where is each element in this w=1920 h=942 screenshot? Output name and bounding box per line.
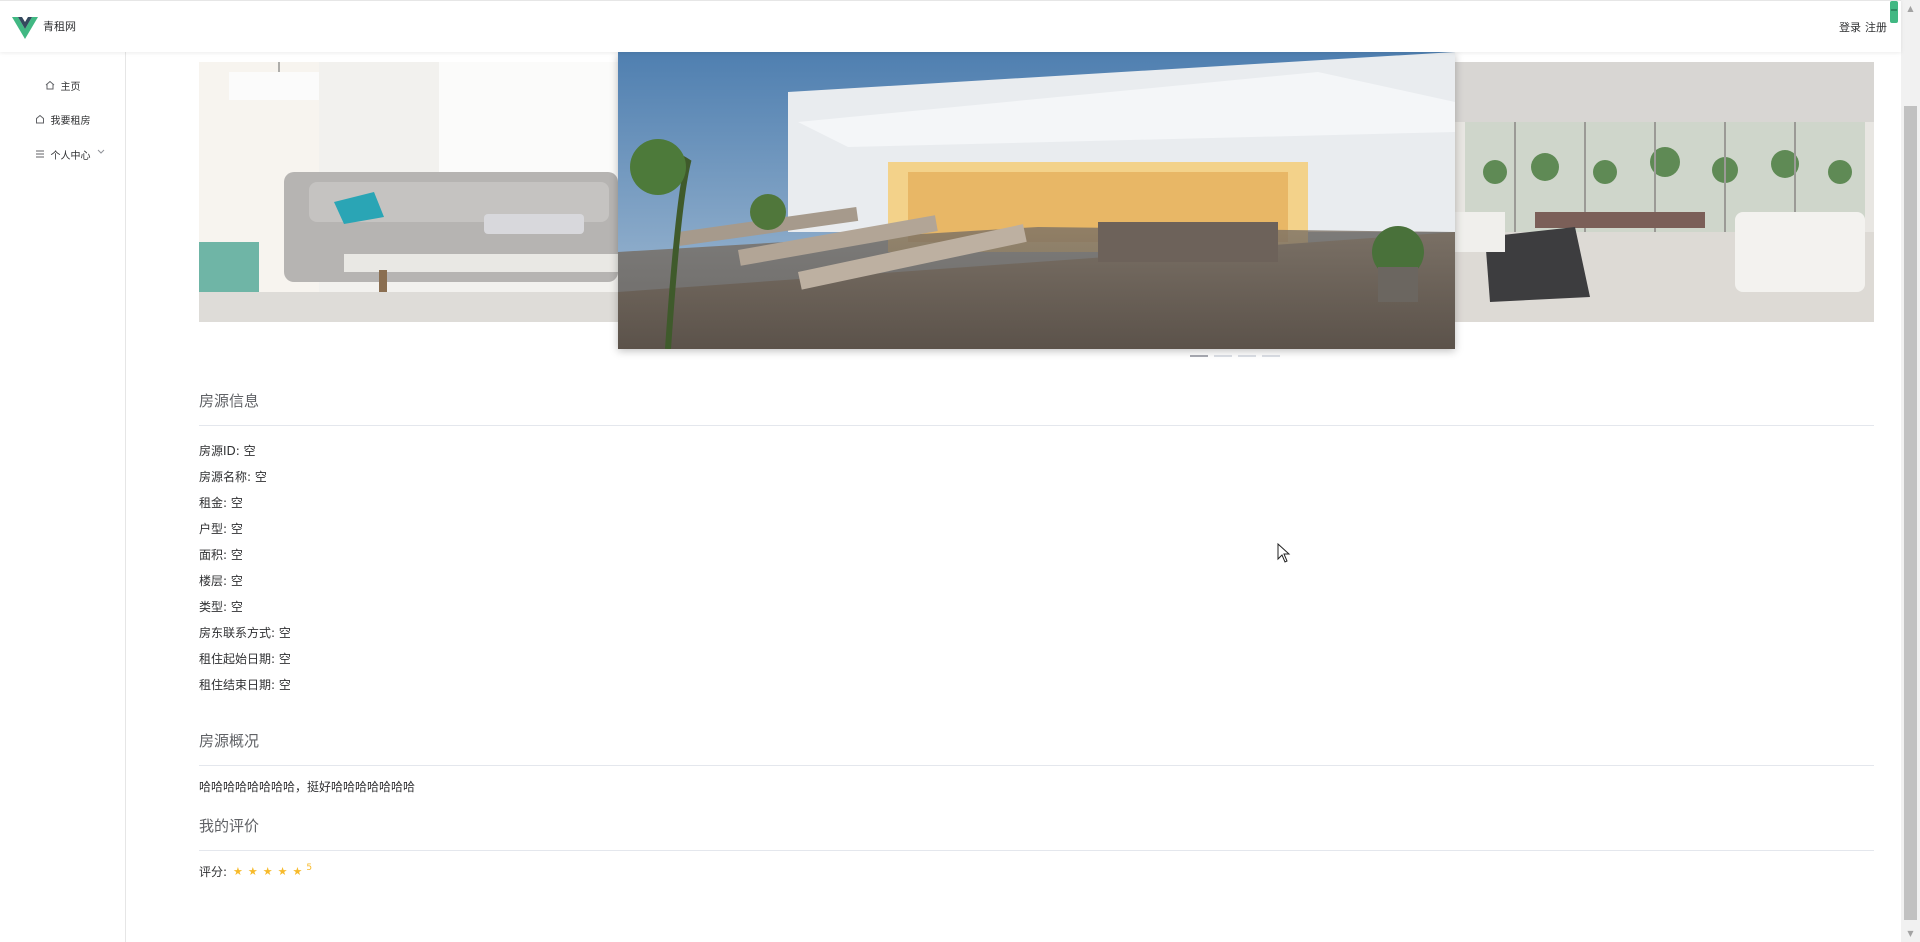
field-value: 空 bbox=[230, 574, 243, 588]
field-label: 房源名称: bbox=[199, 470, 252, 484]
rating-row: 评分: ★ ★ ★ ★ ★ 5 bbox=[199, 863, 1874, 880]
home-icon bbox=[45, 80, 54, 90]
info-row-layout: 户型: 空 bbox=[199, 516, 1874, 542]
vue-logo-icon[interactable] bbox=[12, 16, 38, 40]
auth-links: 登录 注册 bbox=[1839, 19, 1887, 35]
field-value: 空 bbox=[243, 444, 256, 458]
info-row-name: 房源名称: 空 bbox=[199, 464, 1874, 490]
star-icon[interactable]: ★ bbox=[248, 865, 258, 878]
info-row-end-date: 租住结束日期: 空 bbox=[199, 672, 1874, 698]
carousel-slide-patio[interactable] bbox=[618, 52, 1455, 349]
field-value: 空 bbox=[230, 522, 243, 536]
star-icon[interactable]: ★ bbox=[293, 865, 303, 878]
house-icon bbox=[35, 114, 44, 124]
info-row-id: 房源ID: 空 bbox=[199, 438, 1874, 464]
star-icon[interactable]: ★ bbox=[278, 865, 288, 878]
field-value: 空 bbox=[278, 652, 291, 666]
chevron-down-icon bbox=[97, 149, 105, 154]
carousel-slide-lounge[interactable] bbox=[1455, 62, 1874, 322]
lounge-image bbox=[1455, 62, 1874, 322]
field-value: 空 bbox=[230, 496, 243, 510]
overview-text: 哈哈哈哈哈哈哈哈，挺好哈哈哈哈哈哈哈 bbox=[199, 780, 416, 794]
field-value: 空 bbox=[230, 600, 243, 614]
register-link[interactable]: 注册 bbox=[1865, 19, 1887, 35]
living-room-image bbox=[199, 62, 618, 322]
sidebar-item-home[interactable]: 主页 bbox=[0, 68, 125, 102]
corner-badge-icon bbox=[1890, 1, 1898, 23]
field-label: 房源ID: bbox=[199, 444, 240, 458]
rating-label: 评分: bbox=[199, 865, 228, 879]
menu-icon bbox=[35, 150, 44, 158]
carousel-indicator[interactable] bbox=[1262, 355, 1280, 357]
sidebar-item-label: 个人中心 bbox=[50, 150, 91, 162]
house-info-list: 房源ID: 空 房源名称: 空 租金: 空 户型: 空 面积: 空 楼层: 空 … bbox=[199, 438, 1874, 698]
info-row-landlord-contact: 房东联系方式: 空 bbox=[199, 620, 1874, 646]
carousel-indicator[interactable] bbox=[1214, 355, 1232, 357]
star-icon[interactable]: ★ bbox=[263, 865, 273, 878]
scroll-down-arrow-icon[interactable]: ▼ bbox=[1901, 925, 1920, 942]
field-value: 空 bbox=[230, 548, 243, 562]
info-row-area: 面积: 空 bbox=[199, 542, 1874, 568]
section-title-house-info: 房源信息 bbox=[199, 390, 1874, 426]
patio-image bbox=[618, 52, 1455, 349]
carousel-slide-living-room[interactable] bbox=[199, 62, 618, 322]
info-row-floor: 楼层: 空 bbox=[199, 568, 1874, 594]
field-label: 类型: bbox=[199, 600, 228, 614]
top-header: 青租网 登录 注册 bbox=[0, 0, 1901, 52]
info-row-start-date: 租住起始日期: 空 bbox=[199, 646, 1874, 672]
carousel-indicator[interactable] bbox=[1238, 355, 1256, 357]
field-value: 空 bbox=[254, 470, 267, 484]
image-carousel[interactable] bbox=[199, 52, 1874, 358]
star-rating[interactable]: ★ ★ ★ ★ ★ 5 bbox=[233, 862, 313, 879]
field-label: 租住起始日期: bbox=[199, 652, 276, 666]
login-link[interactable]: 登录 bbox=[1839, 19, 1861, 35]
rating-score: 5 bbox=[306, 862, 313, 873]
field-label: 租住结束日期: bbox=[199, 678, 276, 692]
field-value: 空 bbox=[278, 678, 291, 692]
star-icon[interactable]: ★ bbox=[233, 865, 243, 878]
page-scrollbar[interactable]: ▲ ▼ bbox=[1901, 0, 1920, 942]
carousel-indicator[interactable] bbox=[1190, 355, 1208, 357]
scroll-up-arrow-icon[interactable]: ▲ bbox=[1901, 0, 1920, 17]
info-row-type: 类型: 空 bbox=[199, 594, 1874, 620]
field-label: 租金: bbox=[199, 496, 228, 510]
sidebar-item-label: 我要租房 bbox=[50, 115, 91, 127]
field-label: 房东联系方式: bbox=[199, 626, 276, 640]
site-name[interactable]: 青租网 bbox=[43, 18, 76, 34]
info-row-rent: 租金: 空 bbox=[199, 490, 1874, 516]
sidebar-item-personal-center[interactable]: 个人中心 bbox=[0, 137, 125, 171]
mouse-cursor-icon bbox=[1277, 543, 1291, 563]
field-value: 空 bbox=[278, 626, 291, 640]
scroll-thumb[interactable] bbox=[1904, 106, 1917, 920]
sidebar: 主页 我要租房 个人中心 bbox=[0, 52, 126, 942]
section-title-review: 我的评价 bbox=[199, 815, 1874, 851]
carousel-indicators bbox=[1190, 355, 1280, 357]
main-content: 房源信息 房源ID: 空 房源名称: 空 租金: 空 户型: 空 面积: 空 楼… bbox=[199, 390, 1874, 880]
field-label: 楼层: bbox=[199, 574, 228, 588]
sidebar-item-rent[interactable]: 我要租房 bbox=[0, 102, 125, 136]
section-title-overview: 房源概况 bbox=[199, 730, 1874, 766]
field-label: 户型: bbox=[199, 522, 228, 536]
sidebar-item-label: 主页 bbox=[60, 81, 81, 93]
field-label: 面积: bbox=[199, 548, 228, 562]
